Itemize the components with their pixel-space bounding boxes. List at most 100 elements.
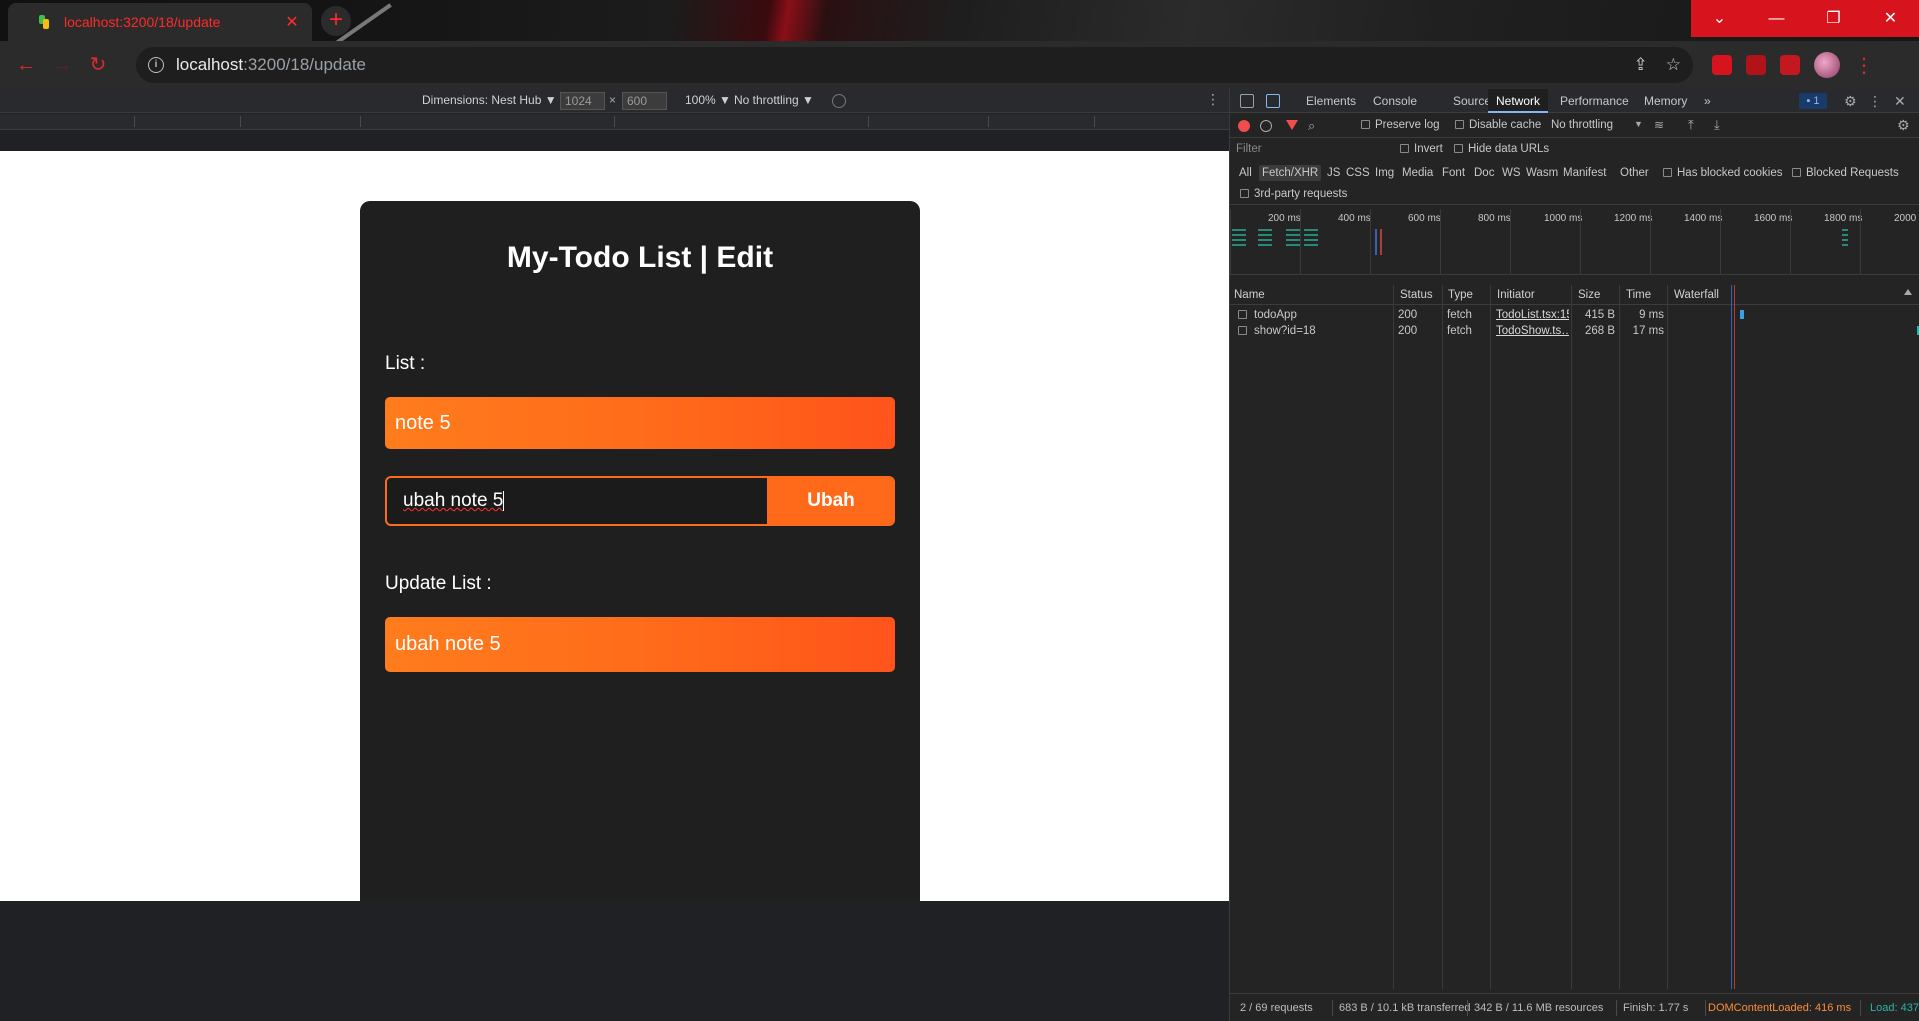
viewport-gutter xyxy=(0,130,1229,151)
browser-tab[interactable]: localhost:3200/18/update ✕ xyxy=(8,3,312,41)
type-filter-all[interactable]: All xyxy=(1236,165,1255,181)
device-throttling-select[interactable]: No throttling ▼ xyxy=(734,93,814,107)
address-bar[interactable]: i localhost:3200/18/update ⇪ ☆ xyxy=(136,47,1693,83)
device-height-input[interactable]: 600 xyxy=(622,92,667,110)
column-divider[interactable] xyxy=(1619,285,1620,989)
settings-gear-icon[interactable]: ⚙ xyxy=(1844,89,1857,113)
tab-elements[interactable]: Elements xyxy=(1306,89,1356,113)
type-filter-js[interactable]: JS xyxy=(1324,165,1343,181)
overview-dcl-marker xyxy=(1375,229,1377,255)
device-toggle-icon[interactable] xyxy=(1266,94,1280,108)
filter-funnel-icon[interactable] xyxy=(1286,120,1298,130)
extension-icon-1[interactable] xyxy=(1712,55,1732,75)
type-filter-ws[interactable]: WS xyxy=(1499,165,1524,181)
bookmark-star-icon[interactable]: ☆ xyxy=(1666,55,1681,75)
network-overview-timeline[interactable]: 200 ms 400 ms 600 ms 800 ms 1000 ms 1200… xyxy=(1230,209,1919,275)
column-name[interactable]: Name xyxy=(1230,285,1265,305)
blocked-requests-checkbox[interactable]: Blocked Requests xyxy=(1792,167,1899,179)
column-status[interactable]: Status xyxy=(1396,285,1433,305)
reload-icon[interactable]: ↻ xyxy=(80,47,116,83)
browser-menu-icon[interactable]: ⋮ xyxy=(1854,53,1874,78)
type-filter-doc[interactable]: Doc xyxy=(1471,165,1497,181)
back-arrow-icon[interactable]: ← xyxy=(8,47,44,83)
search-icon[interactable]: ⌕ xyxy=(1308,118,1315,134)
type-filter-font[interactable]: Font xyxy=(1439,165,1468,181)
request-initiator-link[interactable]: TodoList.tsx:15 xyxy=(1496,307,1569,323)
filter-input[interactable]: Filter xyxy=(1236,143,1262,155)
column-divider[interactable] xyxy=(1393,285,1394,989)
has-blocked-cookies-checkbox[interactable]: Has blocked cookies xyxy=(1663,167,1782,179)
ruler-segment[interactable] xyxy=(134,116,135,127)
column-divider[interactable] xyxy=(1667,285,1668,989)
column-waterfall[interactable]: Waterfall xyxy=(1670,285,1719,305)
restore-button[interactable]: ❐ xyxy=(1805,0,1862,37)
ruler-segment[interactable] xyxy=(360,116,361,127)
network-settings-icon[interactable]: ⚙ xyxy=(1897,117,1910,134)
browser-toolbar: ← → ↻ i localhost:3200/18/update ⇪ ☆ ⋮ xyxy=(0,41,1919,89)
type-filter-img[interactable]: Img xyxy=(1372,165,1397,181)
edit-todo-input[interactable]: ubah note 5 xyxy=(387,478,767,524)
type-filter-css[interactable]: CSS xyxy=(1343,165,1373,181)
network-conditions-icon[interactable]: ≋ xyxy=(1654,118,1664,132)
clear-icon[interactable] xyxy=(1260,120,1272,132)
ruler-segment[interactable] xyxy=(614,116,615,127)
column-time[interactable]: Time xyxy=(1622,285,1651,305)
record-icon[interactable] xyxy=(1238,120,1250,132)
table-row[interactable]: todoApp 200 fetch TodoList.tsx:15 415 B … xyxy=(1230,307,1919,323)
type-filter-fetch-xhr[interactable]: Fetch/XHR xyxy=(1259,165,1322,181)
ruler-segment[interactable] xyxy=(240,116,241,127)
network-throttling-select[interactable]: No throttling xyxy=(1551,119,1613,131)
column-initiator[interactable]: Initiator xyxy=(1493,285,1535,305)
tab-close-icon[interactable]: ✕ xyxy=(282,12,302,32)
preserve-log-checkbox[interactable]: Preserve log xyxy=(1361,119,1440,131)
tab-memory[interactable]: Memory xyxy=(1644,89,1687,113)
more-tabs-icon[interactable]: » xyxy=(1704,89,1711,113)
sort-ascending-icon[interactable] xyxy=(1904,289,1912,295)
export-har-icon[interactable]: ⤓ xyxy=(1714,117,1720,133)
close-window-button[interactable]: ✕ xyxy=(1862,0,1919,37)
extension-icon-2[interactable] xyxy=(1746,55,1766,75)
column-divider[interactable] xyxy=(1442,285,1443,989)
request-time: 17 ms xyxy=(1632,325,1664,337)
rotate-icon[interactable] xyxy=(832,94,846,108)
device-more-icon[interactable]: ⋮ xyxy=(1206,91,1220,108)
ruler-segment[interactable] xyxy=(988,116,989,127)
column-type[interactable]: Type xyxy=(1444,285,1473,305)
disable-cache-checkbox[interactable]: Disable cache xyxy=(1455,119,1541,131)
ubah-button[interactable]: Ubah xyxy=(767,478,893,524)
issues-badge[interactable]: ▪ 1 xyxy=(1799,93,1827,109)
column-divider[interactable] xyxy=(1490,285,1491,989)
table-row[interactable]: show?id=18 200 fetch TodoShow.ts… 268 B … xyxy=(1230,323,1919,339)
extension-icon-3[interactable] xyxy=(1780,55,1800,75)
tab-search-icon[interactable]: ⌄ xyxy=(1691,0,1748,37)
type-filter-wasm[interactable]: Wasm xyxy=(1523,165,1561,181)
forward-arrow-icon[interactable]: → xyxy=(44,47,80,83)
request-initiator-link[interactable]: TodoShow.ts… xyxy=(1496,323,1569,339)
type-filter-other[interactable]: Other xyxy=(1617,165,1652,181)
device-dimensions-select[interactable]: Dimensions: Nest Hub ▼ xyxy=(422,93,557,107)
import-har-icon[interactable]: ⤒ xyxy=(1688,117,1694,133)
devtools-close-icon[interactable]: ✕ xyxy=(1894,89,1906,113)
tab-network[interactable]: Network xyxy=(1488,89,1549,113)
tab-performance[interactable]: Performance xyxy=(1560,89,1629,113)
column-size[interactable]: Size xyxy=(1574,285,1600,305)
type-filter-media[interactable]: Media xyxy=(1399,165,1436,181)
devtools-menu-icon[interactable]: ⋮ xyxy=(1868,89,1882,113)
column-divider[interactable] xyxy=(1571,285,1572,989)
tab-console[interactable]: Console xyxy=(1373,89,1417,113)
new-tab-button[interactable]: + xyxy=(321,6,351,36)
share-icon[interactable]: ⇪ xyxy=(1634,55,1648,75)
profile-avatar[interactable] xyxy=(1814,52,1840,78)
invert-checkbox[interactable]: Invert xyxy=(1400,143,1443,155)
ruler-segment[interactable] xyxy=(1094,116,1095,127)
devtools-tab-bar: Elements Console Sources Network Perform… xyxy=(1230,89,1919,113)
site-info-icon[interactable]: i xyxy=(148,57,164,73)
minimize-button[interactable]: — xyxy=(1748,0,1805,37)
zoom-select[interactable]: 100% ▼ xyxy=(685,93,731,107)
device-width-input[interactable]: 1024 xyxy=(560,92,605,110)
hide-data-urls-checkbox[interactable]: Hide data URLs xyxy=(1454,143,1549,155)
inspect-element-icon[interactable] xyxy=(1240,94,1254,108)
third-party-checkbox[interactable]: 3rd-party requests xyxy=(1240,188,1347,200)
type-filter-manifest[interactable]: Manifest xyxy=(1560,165,1609,181)
ruler-segment[interactable] xyxy=(868,116,869,127)
